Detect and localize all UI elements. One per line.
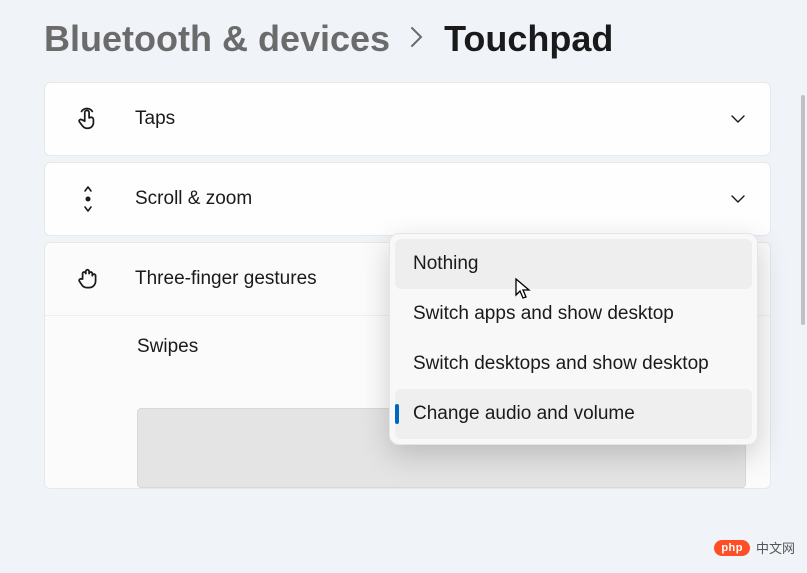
dropdown-item-switch-apps[interactable]: Switch apps and show desktop: [395, 289, 752, 339]
breadcrumb-parent[interactable]: Bluetooth & devices: [44, 18, 390, 60]
scrollbar[interactable]: [801, 95, 805, 565]
swipes-dropdown: Nothing Switch apps and show desktop Swi…: [389, 233, 758, 445]
scroll-zoom-section[interactable]: Scroll & zoom: [44, 162, 771, 236]
scrollbar-thumb[interactable]: [801, 95, 805, 325]
taps-section[interactable]: Taps: [44, 82, 771, 156]
scroll-icon: [73, 184, 103, 214]
dropdown-item-switch-desktops[interactable]: Switch desktops and show desktop: [395, 339, 752, 389]
swipes-label: Swipes: [137, 336, 198, 357]
chevron-down-icon: [730, 111, 746, 127]
watermark: php 中文网: [714, 538, 795, 557]
section-title: Taps: [135, 108, 730, 130]
breadcrumb: Bluetooth & devices Touchpad: [44, 18, 799, 60]
section-title: Scroll & zoom: [135, 188, 730, 210]
chevron-down-icon: [730, 191, 746, 207]
hand-icon: [73, 264, 103, 294]
watermark-text: 中文网: [756, 538, 795, 557]
chevron-right-icon: [410, 24, 424, 55]
tap-icon: [73, 104, 103, 134]
watermark-badge: php: [714, 540, 750, 556]
breadcrumb-current: Touchpad: [444, 18, 613, 60]
dropdown-item-change-audio[interactable]: Change audio and volume: [395, 389, 752, 439]
dropdown-item-nothing[interactable]: Nothing: [395, 239, 752, 289]
